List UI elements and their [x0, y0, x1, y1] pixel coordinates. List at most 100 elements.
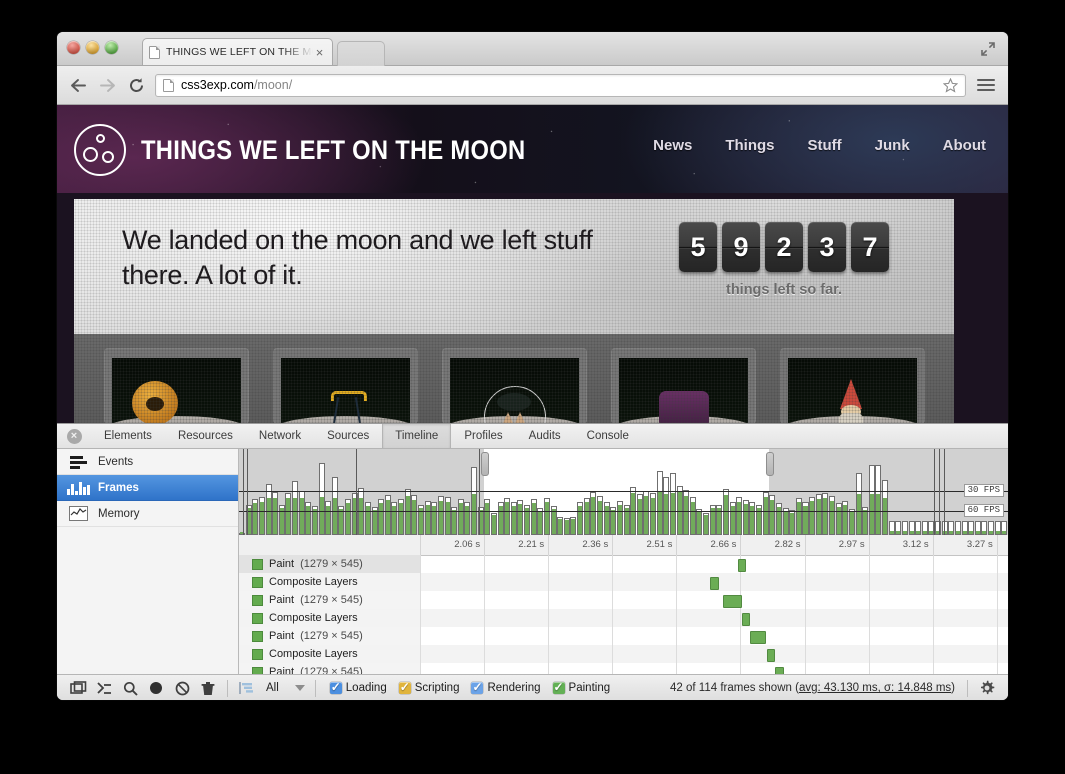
close-window-button[interactable] [67, 41, 80, 54]
overview-event-divider [243, 449, 244, 535]
search-icon[interactable] [117, 675, 143, 700]
tab-audits[interactable]: Audits [516, 424, 574, 448]
sidebar-item-label: Memory [98, 508, 140, 520]
frame-bar [776, 503, 782, 535]
category-filter-select[interactable]: All [260, 682, 309, 694]
frame-bar [1001, 521, 1007, 535]
nav-link-things[interactable]: Things [725, 137, 774, 154]
timeline-record-row[interactable]: Paint (1279 × 545) [239, 591, 1008, 609]
record-label[interactable]: Paint (1279 × 545) [239, 627, 420, 645]
timeline-record-row[interactable]: Composite Layers [239, 573, 1008, 591]
back-button[interactable] [68, 75, 88, 95]
frame-bar [544, 498, 550, 535]
thumbnail-item[interactable] [273, 348, 418, 424]
tab-timeline[interactable]: Timeline [382, 424, 451, 448]
checkbox-painting[interactable]: Painting [553, 682, 611, 694]
frame-bar [822, 493, 828, 535]
dock-icon[interactable] [65, 675, 91, 700]
site-brand[interactable]: THINGS WE LEFT ON THE MOON [74, 124, 578, 176]
overview-event-divider [479, 449, 480, 535]
thumbnail-item[interactable] [442, 348, 587, 424]
frame-bar [730, 502, 736, 535]
thumbnail-item[interactable] [780, 348, 925, 424]
checkbox-box [471, 682, 483, 694]
sidebar-item-memory[interactable]: Memory [57, 501, 238, 527]
reload-button[interactable] [126, 75, 146, 95]
timeline-gridline [997, 627, 998, 645]
close-tab-icon[interactable]: × [313, 46, 326, 59]
timeline-record-row[interactable]: Paint (1279 × 545) [239, 627, 1008, 645]
frames-overview-chart[interactable]: 30 FPS60 FPS [239, 449, 1008, 536]
record-label[interactable]: Paint (1279 × 545) [239, 591, 420, 609]
tab-sources[interactable]: Sources [314, 424, 382, 448]
timeline-gridline [676, 573, 677, 591]
timeline-record-row[interactable]: Composite Layers [239, 645, 1008, 663]
zoom-window-button[interactable] [105, 41, 118, 54]
timeline-gridline [676, 609, 677, 627]
new-tab-button[interactable] [337, 41, 385, 66]
chrome-menu-button[interactable] [975, 79, 997, 91]
forward-button[interactable] [97, 75, 117, 95]
record-icon[interactable] [143, 675, 169, 700]
bookmark-star-icon[interactable] [943, 78, 958, 93]
tab-elements[interactable]: Elements [91, 424, 165, 448]
flamechart-icon[interactable] [234, 675, 260, 700]
thumbnail-item[interactable] [104, 348, 249, 424]
url-path: /moon/ [254, 78, 292, 92]
record-color-swatch [252, 577, 263, 588]
clear-icon[interactable] [169, 675, 195, 700]
frame-bar [285, 493, 291, 535]
nav-link-about[interactable]: About [943, 137, 986, 154]
timeline-ruler: 2.06 s2.21 s2.36 s2.51 s2.66 s2.82 s2.97… [239, 535, 1008, 556]
sidebar-item-frames[interactable]: Frames [57, 475, 238, 501]
record-label[interactable]: Composite Layers [239, 645, 420, 663]
checkbox-loading[interactable]: Loading [330, 682, 387, 694]
tab-resources[interactable]: Resources [165, 424, 246, 448]
nav-link-news[interactable]: News [653, 137, 692, 154]
window-controls[interactable] [67, 41, 118, 54]
console-drawer-icon[interactable] [91, 675, 117, 700]
record-bar[interactable] [738, 559, 746, 572]
tab-profiles[interactable]: Profiles [451, 424, 515, 448]
timeline-record-row[interactable]: Paint (1279 × 545) [239, 555, 1008, 573]
checkbox-scripting[interactable]: Scripting [399, 682, 460, 694]
browser-tab[interactable]: THINGS WE LEFT ON THE MOON × [142, 38, 333, 65]
sidebar-item-events[interactable]: Events [57, 449, 238, 475]
counter-digit: 2 [765, 222, 803, 272]
record-label[interactable]: Composite Layers [239, 609, 420, 627]
overview-event-divider [939, 449, 940, 535]
nav-link-junk[interactable]: Junk [875, 137, 910, 154]
checkbox-label: Painting [569, 682, 611, 694]
frame-bar [962, 521, 968, 535]
record-bar[interactable] [723, 595, 742, 608]
record-label[interactable]: Paint (1279 × 545) [239, 555, 420, 573]
overview-selection-handle-right[interactable] [766, 452, 774, 476]
frame-bar [663, 477, 669, 535]
record-bar[interactable] [710, 577, 719, 590]
timeline-gridline [676, 555, 677, 573]
timeline-records[interactable]: 2.06 s2.21 s2.36 s2.51 s2.66 s2.82 s2.97… [239, 535, 1008, 676]
frames-bars-icon [69, 481, 88, 495]
thumbnail-item[interactable] [611, 348, 756, 424]
checkbox-rendering[interactable]: Rendering [471, 682, 540, 694]
tab-title: THINGS WE LEFT ON THE MOON [166, 46, 313, 58]
desktop-background: THINGS WE LEFT ON THE MOON × [0, 0, 1065, 774]
tab-network[interactable]: Network [246, 424, 314, 448]
record-bar[interactable] [767, 649, 775, 662]
nav-link-stuff[interactable]: Stuff [808, 137, 842, 154]
fullscreen-icon[interactable] [980, 41, 996, 57]
overview-selection-handle-left[interactable] [481, 452, 489, 476]
frame-bar [425, 501, 431, 535]
minimize-window-button[interactable] [86, 41, 99, 54]
trash-icon[interactable] [195, 675, 221, 700]
timeline-record-row[interactable]: Composite Layers [239, 609, 1008, 627]
devtools-close-button[interactable]: × [57, 424, 91, 448]
timeline-gridline [548, 609, 549, 627]
tab-console[interactable]: Console [574, 424, 642, 448]
record-bar[interactable] [750, 631, 766, 644]
frames-stat-link[interactable]: avg: 43.130 ms, σ: 14.848 ms [799, 682, 951, 694]
record-bar[interactable] [742, 613, 750, 626]
gear-icon[interactable] [974, 675, 1000, 700]
record-label[interactable]: Composite Layers [239, 573, 420, 591]
address-bar[interactable]: css3exp.com/moon/ [155, 74, 966, 97]
